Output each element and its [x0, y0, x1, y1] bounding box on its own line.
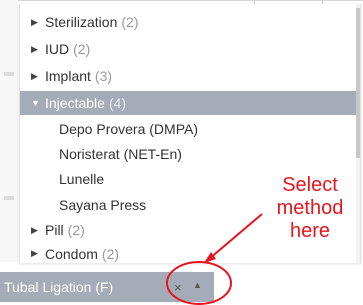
option-group-condom[interactable]: ▶ Condom (2)	[20, 244, 356, 263]
option-group-count: (3)	[94, 68, 113, 84]
caret-right-icon: ▶	[31, 224, 38, 235]
option-group-label: Implant	[45, 68, 91, 84]
option-group-iud[interactable]: ▶ IUD (2)	[20, 37, 356, 61]
annotation-line: Select	[282, 174, 338, 196]
option-group-sterilization[interactable]: ▶ Sterilization (2)	[20, 10, 356, 34]
option-label: Sayana Press	[59, 197, 147, 213]
caret-down-icon: ▼	[31, 98, 40, 108]
annotation-text: Select method here	[262, 174, 358, 243]
method-select-box[interactable]: Tubal Ligation (F) × ▲	[0, 272, 214, 302]
option-noristerat[interactable]: Noristerat (NET-En)	[20, 142, 356, 166]
caret-right-icon: ▶	[31, 248, 38, 258]
selected-method-value: Tubal Ligation (F)	[4, 279, 114, 295]
screen: ▶ Sterilization (2) ▶ IUD (2) ▶ Implant …	[0, 0, 363, 305]
option-group-implant[interactable]: ▶ Implant (3)	[20, 64, 356, 88]
background-mark	[4, 72, 14, 76]
option-label: Lunelle	[59, 171, 105, 187]
option-group-label: Sterilization	[45, 14, 118, 30]
option-label: Depo Provera (DMPA)	[59, 121, 199, 137]
caret-right-icon: ▶	[31, 43, 38, 54]
option-group-count: (2)	[101, 245, 120, 262]
option-group-injectable[interactable]: ▼ Injectable (4)	[20, 91, 356, 115]
background-mark	[4, 196, 14, 200]
option-label: Noristerat (NET-En)	[59, 146, 182, 162]
scrollbar-thumb[interactable]	[356, 8, 360, 158]
dropdown-toggle-icon[interactable]: ▲	[193, 280, 202, 290]
caret-right-icon: ▶	[31, 70, 38, 81]
caret-right-icon: ▶	[31, 16, 38, 27]
option-group-label: Condom	[45, 245, 98, 262]
background-column	[0, 0, 18, 262]
option-group-count: (4)	[108, 95, 127, 111]
option-group-label: Pill	[45, 222, 64, 238]
option-group-label: Injectable	[45, 95, 105, 111]
annotation-line: method	[276, 197, 344, 219]
background-edge	[0, 0, 363, 1]
option-group-count: (2)	[67, 222, 85, 238]
option-group-count: (2)	[73, 41, 91, 57]
option-group-count: (2)	[121, 14, 139, 30]
clear-selection-icon[interactable]: ×	[174, 280, 182, 295]
option-group-label: IUD	[45, 41, 70, 57]
option-depo-provera[interactable]: Depo Provera (DMPA)	[20, 117, 356, 141]
annotation-line: here	[289, 220, 331, 242]
